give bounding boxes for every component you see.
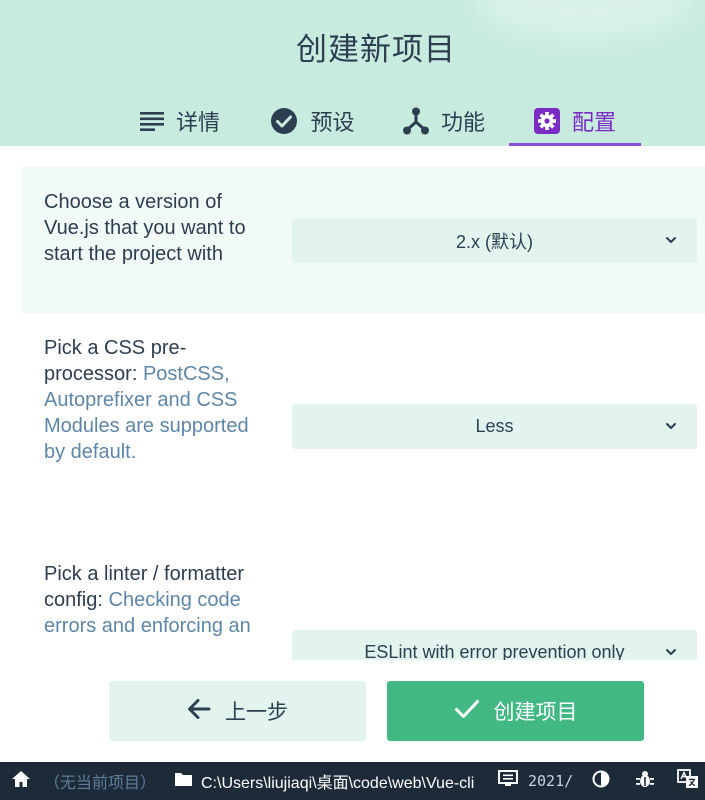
last-log: 2021/ [528,772,574,790]
current-path: C:\Users\liujiaqi\桌面\code\web\Vue-cli [201,775,475,792]
step-tabs: 详情 预设 功能 配置 [0,96,705,146]
arrow-left-icon [187,698,211,725]
fork-icon [402,107,429,135]
check-circle-icon [270,107,298,135]
vue-version-value: 2.x (默认) [455,231,533,252]
tab-details-label: 详情 [175,111,220,136]
tab-preset-label: 预设 [310,111,355,136]
log-icon [498,770,518,792]
linter-value: ESLint with error prevention only [364,642,625,660]
tab-features[interactable]: 功能 [388,96,500,146]
create-project-label: 创建项目 [493,700,578,724]
home-button[interactable] [11,762,31,800]
css-prompt: Pick a CSS pre-processor: PostCSS, Autop… [44,335,259,465]
tab-features-label: 功能 [440,111,485,136]
gear-icon [533,108,560,134]
check-icon [454,698,480,725]
linter-select[interactable]: ESLint with error prevention only [292,630,697,660]
bug-icon [635,769,655,794]
translate-icon [677,768,699,794]
config-row-vue-version: Choose a version of Vue.js that you want… [22,167,705,313]
tab-details[interactable]: 详情 [120,96,240,146]
config-list[interactable]: Choose a version of Vue.js that you want… [22,167,705,660]
vue-version-prompt: Choose a version of Vue.js that you want… [44,191,246,265]
config-row-css: Pick a CSS pre-processor: PostCSS, Autop… [22,313,705,539]
contrast-icon [592,770,610,793]
css-preprocessor-select[interactable]: Less [292,404,697,449]
log-toggle[interactable]: 2021/ [498,762,573,800]
chevron-down-icon [663,418,679,434]
status-bar: （无当前项目） C:\Users\liujiaqi\桌面\code\web\Vu… [0,762,705,800]
translate-button[interactable] [677,762,699,800]
prev-step-button[interactable]: 上一步 [109,681,366,741]
wizard-footer: 上一步 创建项目 [0,660,705,760]
folder-icon [174,771,193,792]
chevron-down-icon [663,232,679,248]
prev-step-label: 上一步 [225,700,288,724]
tab-preset[interactable]: 预设 [255,96,370,146]
list-icon [139,111,164,131]
current-project[interactable]: （无当前项目） [44,762,156,800]
tab-config-label: 配置 [571,111,616,136]
config-row-linter: Pick a linter / formatter config: Checki… [22,539,705,660]
tab-config[interactable]: 配置 [509,96,641,146]
page-header: 创建新项目 详情 预设 功能 配置 [0,0,705,146]
vue-version-select[interactable]: 2.x (默认) [292,218,697,263]
home-icon [11,770,31,793]
page-title: 创建新项目 [296,32,456,68]
create-project-button[interactable]: 创建项目 [387,681,644,741]
current-folder[interactable]: C:\Users\liujiaqi\桌面\code\web\Vue-cli [174,762,474,800]
css-preprocessor-value: Less [475,416,514,436]
theme-toggle[interactable] [592,762,610,800]
linter-prompt: Pick a linter / formatter config: Checki… [44,561,259,639]
chevron-down-icon [663,644,679,660]
report-bug-button[interactable] [635,762,655,800]
